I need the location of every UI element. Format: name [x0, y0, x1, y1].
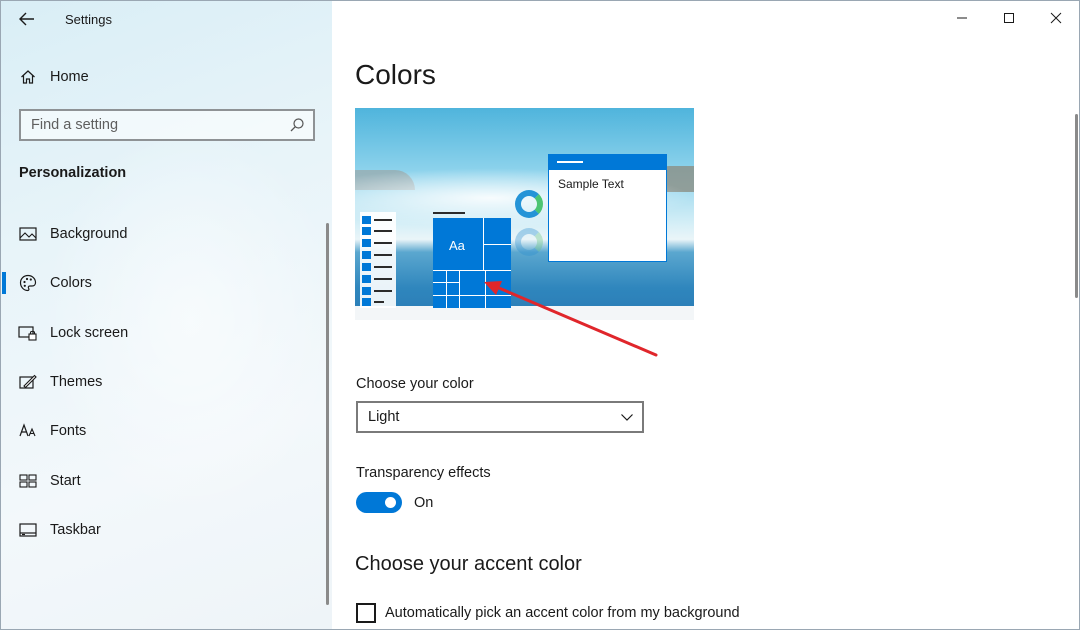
sidebar-item-taskbar[interactable]: Taskbar — [1, 510, 321, 550]
edge-reflection-icon — [515, 228, 543, 256]
sidebar-item-label: Colors — [50, 275, 92, 291]
transparency-state: On — [414, 495, 434, 511]
palette-icon — [18, 273, 38, 293]
maximize-icon — [1004, 13, 1014, 23]
preview-taskbar — [355, 306, 694, 320]
choose-color-value: Light — [368, 409, 400, 425]
page-title: Colors — [355, 59, 436, 90]
preview-start-tiles: Aa — [433, 218, 511, 308]
search-input[interactable] — [21, 111, 281, 139]
auto-accent-label[interactable]: Automatically pick an accent color from … — [385, 605, 740, 621]
picture-icon — [18, 224, 38, 244]
lock-screen-icon — [18, 323, 38, 343]
sidebar-item-label: Fonts — [50, 423, 87, 439]
close-button[interactable] — [1033, 1, 1079, 35]
main-scrollbar[interactable] — [1075, 114, 1078, 298]
transparency-label: Transparency effects — [356, 465, 491, 481]
start-grid-icon — [18, 471, 38, 491]
toggle-knob — [385, 497, 396, 508]
arrow-left-icon — [19, 12, 34, 26]
auto-accent-checkbox[interactable] — [356, 603, 376, 623]
sidebar-item-colors[interactable]: Colors — [1, 263, 321, 303]
accent-color-heading: Choose your accent color — [355, 553, 582, 575]
choose-color-label: Choose your color — [356, 376, 474, 392]
edge-browser-icon — [515, 190, 543, 218]
choose-color-dropdown[interactable]: Light — [356, 401, 644, 433]
close-icon — [1050, 12, 1062, 24]
taskbar-icon — [18, 520, 38, 540]
minimize-button[interactable] — [939, 1, 985, 35]
sidebar-item-label: Start — [50, 473, 81, 489]
color-preview: Aa Sample Text — [355, 108, 694, 320]
main-content: Colors Aa Sample Text Choose your color … — [332, 1, 1079, 629]
brush-icon — [18, 372, 38, 392]
home-icon — [18, 67, 38, 87]
back-button[interactable] — [13, 7, 41, 31]
app-title: Settings — [65, 12, 112, 27]
sidebar-item-start[interactable]: Start — [1, 461, 321, 501]
transparency-toggle[interactable] — [356, 492, 402, 513]
preview-divider — [433, 212, 465, 214]
minimize-icon — [957, 17, 967, 19]
preview-sample-text: Sample Text — [558, 177, 624, 191]
sidebar-item-lock-screen[interactable]: Lock screen — [1, 313, 321, 353]
selection-indicator — [2, 272, 6, 294]
sidebar: Settings Home Personalization — [1, 1, 332, 629]
preview-tile-text: Aa — [449, 238, 465, 253]
sidebar-item-home[interactable]: Home — [1, 57, 321, 97]
preview-sample-window: Sample Text — [548, 154, 667, 262]
font-icon — [18, 421, 38, 441]
sidebar-item-label: Home — [50, 69, 89, 85]
sidebar-item-label: Background — [50, 226, 128, 242]
search-icon[interactable] — [289, 117, 305, 133]
sidebar-item-background[interactable]: Background — [1, 214, 321, 254]
settings-window: Settings Home Personalization — [0, 0, 1080, 630]
sidebar-item-label: Themes — [50, 374, 103, 390]
sidebar-item-label: Lock screen — [50, 325, 129, 341]
sidebar-item-label: Taskbar — [50, 522, 101, 538]
chevron-down-icon — [621, 414, 633, 421]
sidebar-item-themes[interactable]: Themes — [1, 362, 321, 402]
preview-start-list — [360, 212, 396, 308]
sidebar-item-fonts[interactable]: Fonts — [1, 411, 321, 451]
maximize-button[interactable] — [986, 1, 1032, 35]
search-box[interactable] — [19, 109, 315, 141]
section-heading: Personalization — [19, 165, 127, 181]
sidebar-scrollbar[interactable] — [326, 223, 329, 605]
